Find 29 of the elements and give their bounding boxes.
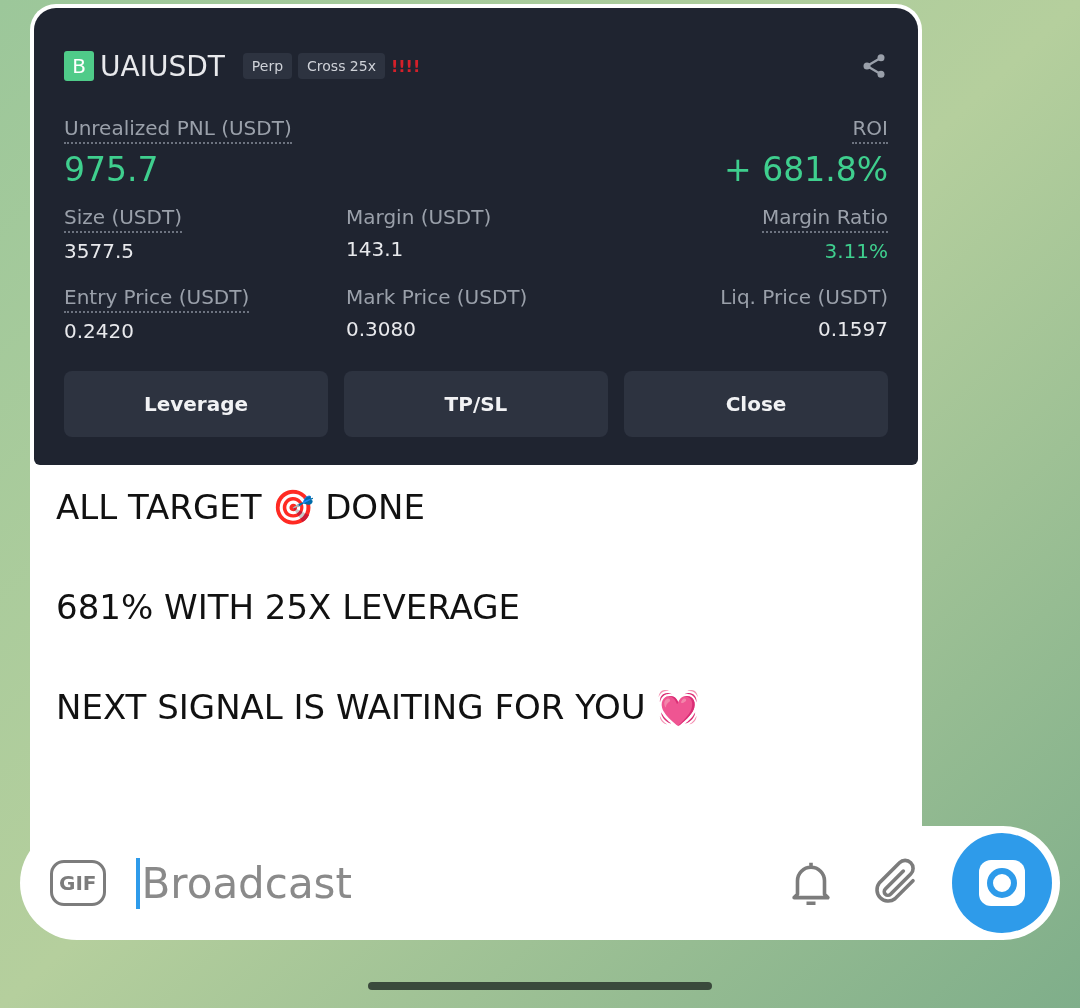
action-button[interactable]: TP/SL	[344, 371, 608, 437]
exchange-badge: B	[64, 51, 94, 81]
stat-label: Margin (USDT)	[346, 205, 492, 231]
stat-value: 3577.5	[64, 239, 134, 263]
message-text: 681% WITH 25X LEVERAGE	[56, 587, 522, 627]
stat-value: 0.1597	[818, 317, 888, 341]
roi-label: ROI	[852, 116, 888, 144]
stat-value: 3.11%	[824, 239, 888, 263]
gif-button[interactable]: GIF	[50, 860, 106, 906]
stat-label: Margin Ratio	[762, 205, 888, 233]
stat-value: 143.1	[346, 237, 404, 261]
action-button[interactable]: Leverage	[64, 371, 328, 437]
symbol-title: UAIUSDT	[100, 49, 225, 83]
camera-button[interactable]	[952, 833, 1052, 933]
stat-label: Liq. Price (USDT)	[720, 285, 888, 311]
pnl-value: 975.7	[64, 150, 159, 189]
stat-label: Size (USDT)	[64, 205, 182, 233]
action-button[interactable]: Close	[624, 371, 888, 437]
roi-value: + 681.8%	[724, 150, 888, 189]
stat-value: 0.2420	[64, 319, 134, 343]
position-tag: Cross 25x	[298, 53, 385, 79]
alert-text: !!!!	[391, 56, 421, 76]
stat-value: 0.3080	[346, 317, 416, 341]
stat-label: Entry Price (USDT)	[64, 285, 250, 313]
pnl-label: Unrealized PNL (USDT)	[64, 116, 292, 144]
position-tag: Perp	[242, 53, 293, 79]
message-text: ALL TARGET 🎯 DONE	[56, 487, 427, 527]
stat-label: Mark Price (USDT)	[346, 285, 528, 311]
message-text: NEXT SIGNAL IS WAITING FOR YOU 💓	[56, 687, 700, 727]
